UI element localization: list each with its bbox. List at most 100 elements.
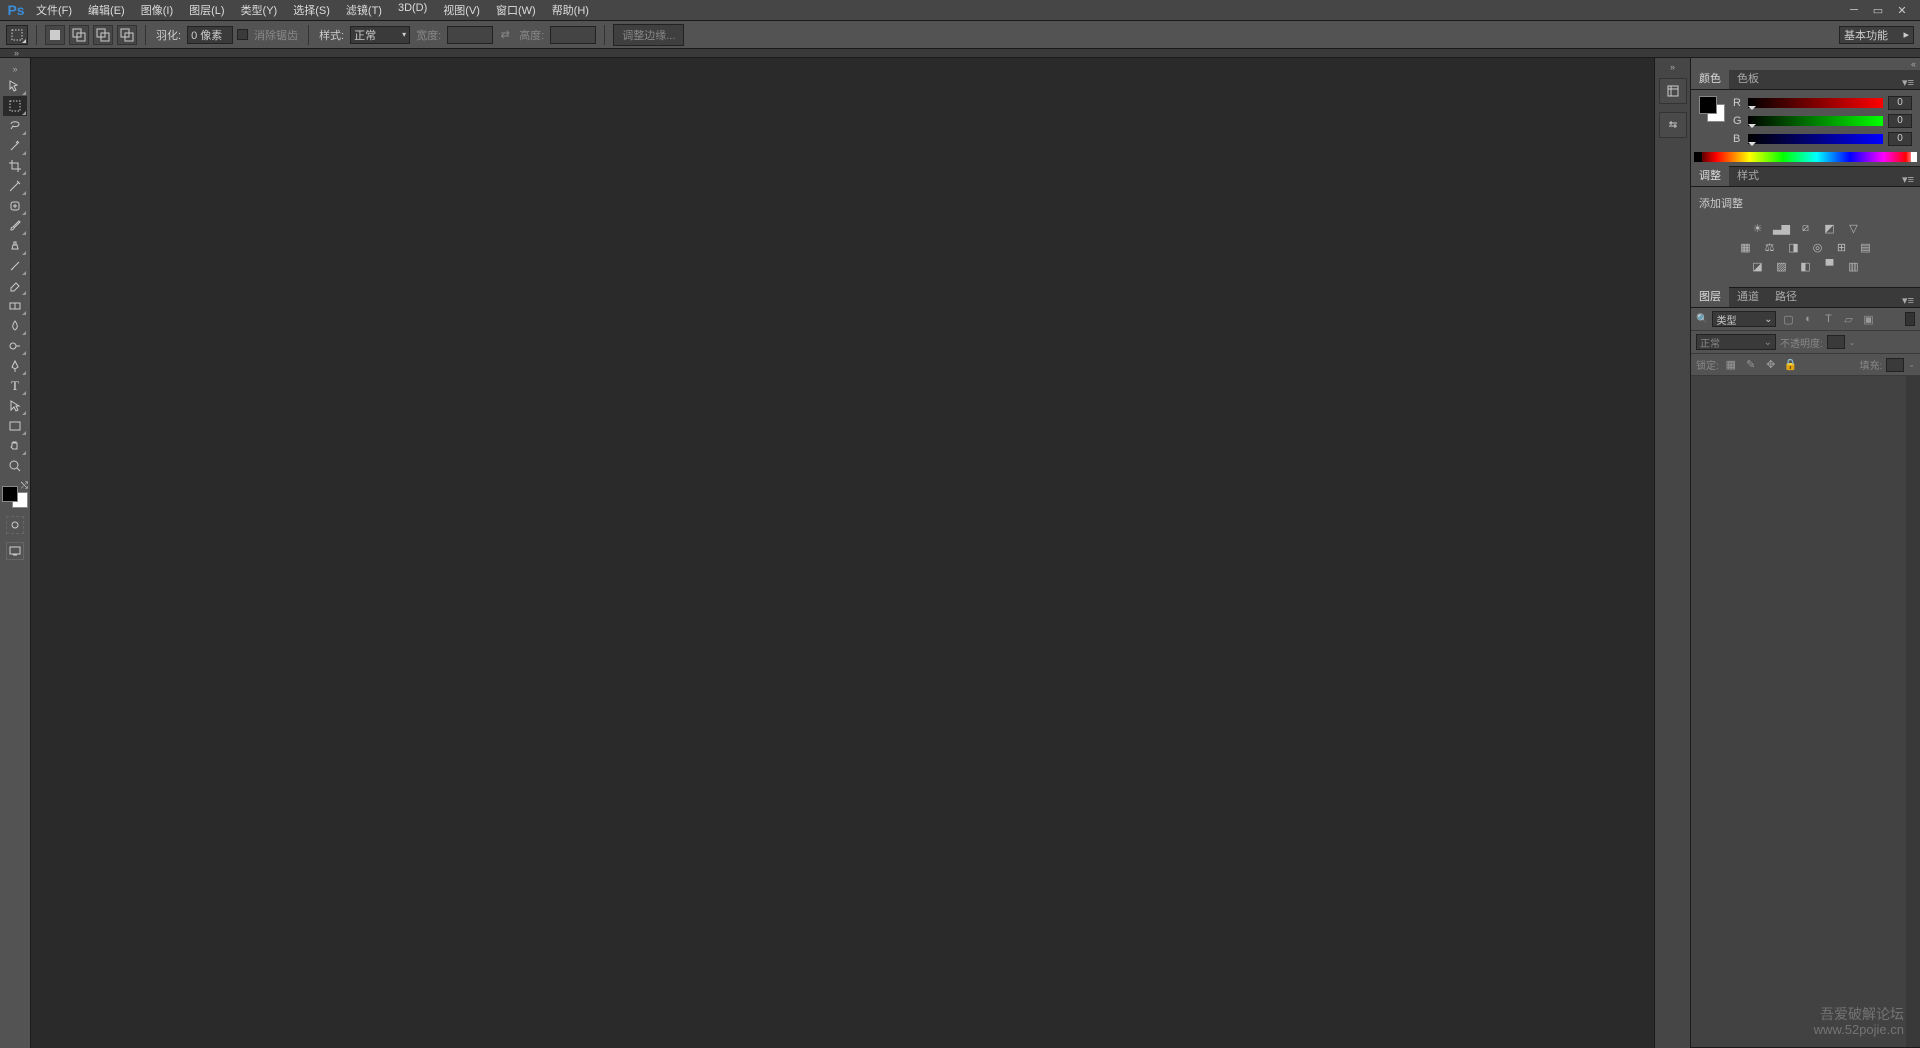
- g-slider[interactable]: [1748, 116, 1883, 126]
- foreground-swatch[interactable]: [2, 486, 18, 502]
- lock-transparent-icon[interactable]: ▦: [1723, 358, 1739, 372]
- filter-pixel-icon[interactable]: ▢: [1780, 312, 1796, 326]
- spectrum-picker[interactable]: [1694, 152, 1917, 162]
- r-slider[interactable]: [1748, 98, 1883, 108]
- magic-wand-tool[interactable]: [3, 136, 27, 156]
- layers-scrollbar[interactable]: [1906, 376, 1920, 1047]
- menu-edit[interactable]: 编辑(E): [80, 0, 133, 21]
- close-button[interactable]: ✕: [1894, 3, 1910, 17]
- exposure-icon[interactable]: ◩: [1821, 220, 1839, 236]
- refine-edge-button[interactable]: 调整边缘...: [613, 24, 684, 46]
- foreground-background-color[interactable]: ⤭: [2, 480, 28, 508]
- tab-swatches[interactable]: 色板: [1729, 67, 1767, 89]
- crop-tool[interactable]: [3, 156, 27, 176]
- tab-channels[interactable]: 通道: [1729, 285, 1767, 307]
- hue-sat-icon[interactable]: ▦: [1737, 239, 1755, 255]
- blur-tool[interactable]: [3, 316, 27, 336]
- maximize-button[interactable]: ▭: [1870, 3, 1886, 17]
- opacity-input[interactable]: [1827, 335, 1845, 349]
- dock-expand-icon[interactable]: »: [1670, 60, 1675, 74]
- lasso-tool[interactable]: [3, 116, 27, 136]
- menu-3d[interactable]: 3D(D): [390, 0, 435, 21]
- lock-position-icon[interactable]: ✥: [1763, 358, 1779, 372]
- swap-dimensions-icon[interactable]: ⇄: [497, 27, 513, 43]
- vibrance-icon[interactable]: ▽: [1845, 220, 1863, 236]
- minimize-button[interactable]: ─: [1846, 3, 1862, 17]
- swap-colors-icon[interactable]: ⤭: [21, 480, 28, 491]
- invert-icon[interactable]: ◪: [1749, 258, 1767, 274]
- canvas-area[interactable]: [31, 58, 1654, 1048]
- feather-input[interactable]: 0 像素: [187, 26, 233, 44]
- menu-type[interactable]: 类型(Y): [233, 0, 286, 21]
- levels-icon[interactable]: ▃▆: [1773, 220, 1791, 236]
- selection-new-icon[interactable]: [45, 25, 65, 45]
- menu-help[interactable]: 帮助(H): [544, 0, 597, 21]
- b-value[interactable]: 0: [1888, 132, 1912, 146]
- filter-smart-icon[interactable]: ▣: [1860, 312, 1876, 326]
- shape-tool[interactable]: [3, 416, 27, 436]
- antialias-checkbox[interactable]: [237, 29, 248, 40]
- brightness-icon[interactable]: ☀: [1749, 220, 1767, 236]
- layers-panel-menu-icon[interactable]: ▾≡: [1896, 294, 1920, 307]
- clone-stamp-tool[interactable]: [3, 236, 27, 256]
- tab-styles[interactable]: 样式: [1729, 164, 1767, 186]
- eyedropper-tool[interactable]: [3, 176, 27, 196]
- history-panel-icon[interactable]: [1659, 78, 1687, 104]
- lock-image-icon[interactable]: ✎: [1743, 358, 1759, 372]
- tab-adjustments[interactable]: 调整: [1691, 164, 1729, 186]
- layers-list[interactable]: [1691, 376, 1906, 1047]
- threshold-icon[interactable]: ◧: [1797, 258, 1815, 274]
- history-brush-tool[interactable]: [3, 256, 27, 276]
- eraser-tool[interactable]: [3, 276, 27, 296]
- healing-brush-tool[interactable]: [3, 196, 27, 216]
- filter-toggle[interactable]: [1905, 312, 1915, 326]
- color-lookup-icon[interactable]: ▤: [1857, 239, 1875, 255]
- hand-tool[interactable]: [3, 436, 27, 456]
- posterize-icon[interactable]: ▨: [1773, 258, 1791, 274]
- selection-add-icon[interactable]: [69, 25, 89, 45]
- color-balance-icon[interactable]: ⚖: [1761, 239, 1779, 255]
- zoom-tool[interactable]: [3, 456, 27, 476]
- gradient-map-icon[interactable]: ▀: [1821, 258, 1839, 274]
- blend-mode-select[interactable]: 正常⌄: [1696, 334, 1776, 350]
- quickmask-toggle[interactable]: [6, 516, 24, 534]
- fill-input[interactable]: [1886, 358, 1904, 372]
- g-value[interactable]: 0: [1888, 114, 1912, 128]
- curves-icon[interactable]: ⧄: [1797, 220, 1815, 236]
- tab-paths[interactable]: 路径: [1767, 285, 1805, 307]
- active-tool-preset[interactable]: [6, 25, 28, 45]
- properties-panel-icon[interactable]: [1659, 112, 1687, 138]
- r-value[interactable]: 0: [1888, 96, 1912, 110]
- color-panel-menu-icon[interactable]: ▾≡: [1896, 76, 1920, 89]
- photo-filter-icon[interactable]: ◎: [1809, 239, 1827, 255]
- move-tool[interactable]: [3, 76, 27, 96]
- bw-icon[interactable]: ◨: [1785, 239, 1803, 255]
- menu-select[interactable]: 选择(S): [285, 0, 338, 21]
- color-fgbg-swatch[interactable]: [1699, 96, 1725, 122]
- layer-filter-select[interactable]: 类型⌄: [1712, 311, 1776, 327]
- brush-tool[interactable]: [3, 216, 27, 236]
- filter-type-icon[interactable]: T: [1820, 312, 1836, 326]
- menu-layer[interactable]: 图层(L): [181, 0, 232, 21]
- selection-intersect-icon[interactable]: [117, 25, 137, 45]
- channel-mixer-icon[interactable]: ⊞: [1833, 239, 1851, 255]
- filter-shape-icon[interactable]: ▱: [1840, 312, 1856, 326]
- dodge-tool[interactable]: [3, 336, 27, 356]
- filter-adjust-icon[interactable]: ◐: [1800, 312, 1816, 326]
- tab-layers[interactable]: 图层: [1691, 285, 1729, 307]
- text-tool[interactable]: T: [3, 376, 27, 396]
- tab-color[interactable]: 颜色: [1691, 67, 1729, 89]
- menu-filter[interactable]: 滤镜(T): [338, 0, 390, 21]
- selective-color-icon[interactable]: ▥: [1845, 258, 1863, 274]
- menu-window[interactable]: 窗口(W): [488, 0, 544, 21]
- pen-tool[interactable]: [3, 356, 27, 376]
- style-select[interactable]: 正常▾: [350, 26, 410, 44]
- expand-tabs-icon[interactable]: »: [14, 48, 19, 58]
- adjust-panel-menu-icon[interactable]: ▾≡: [1896, 173, 1920, 186]
- gradient-tool[interactable]: [3, 296, 27, 316]
- screen-mode-toggle[interactable]: [6, 542, 24, 560]
- toolbox-toggle-icon[interactable]: »: [12, 62, 17, 76]
- workspace-select[interactable]: 基本功能▸: [1839, 26, 1914, 44]
- selection-subtract-icon[interactable]: [93, 25, 113, 45]
- marquee-tool[interactable]: [3, 96, 27, 116]
